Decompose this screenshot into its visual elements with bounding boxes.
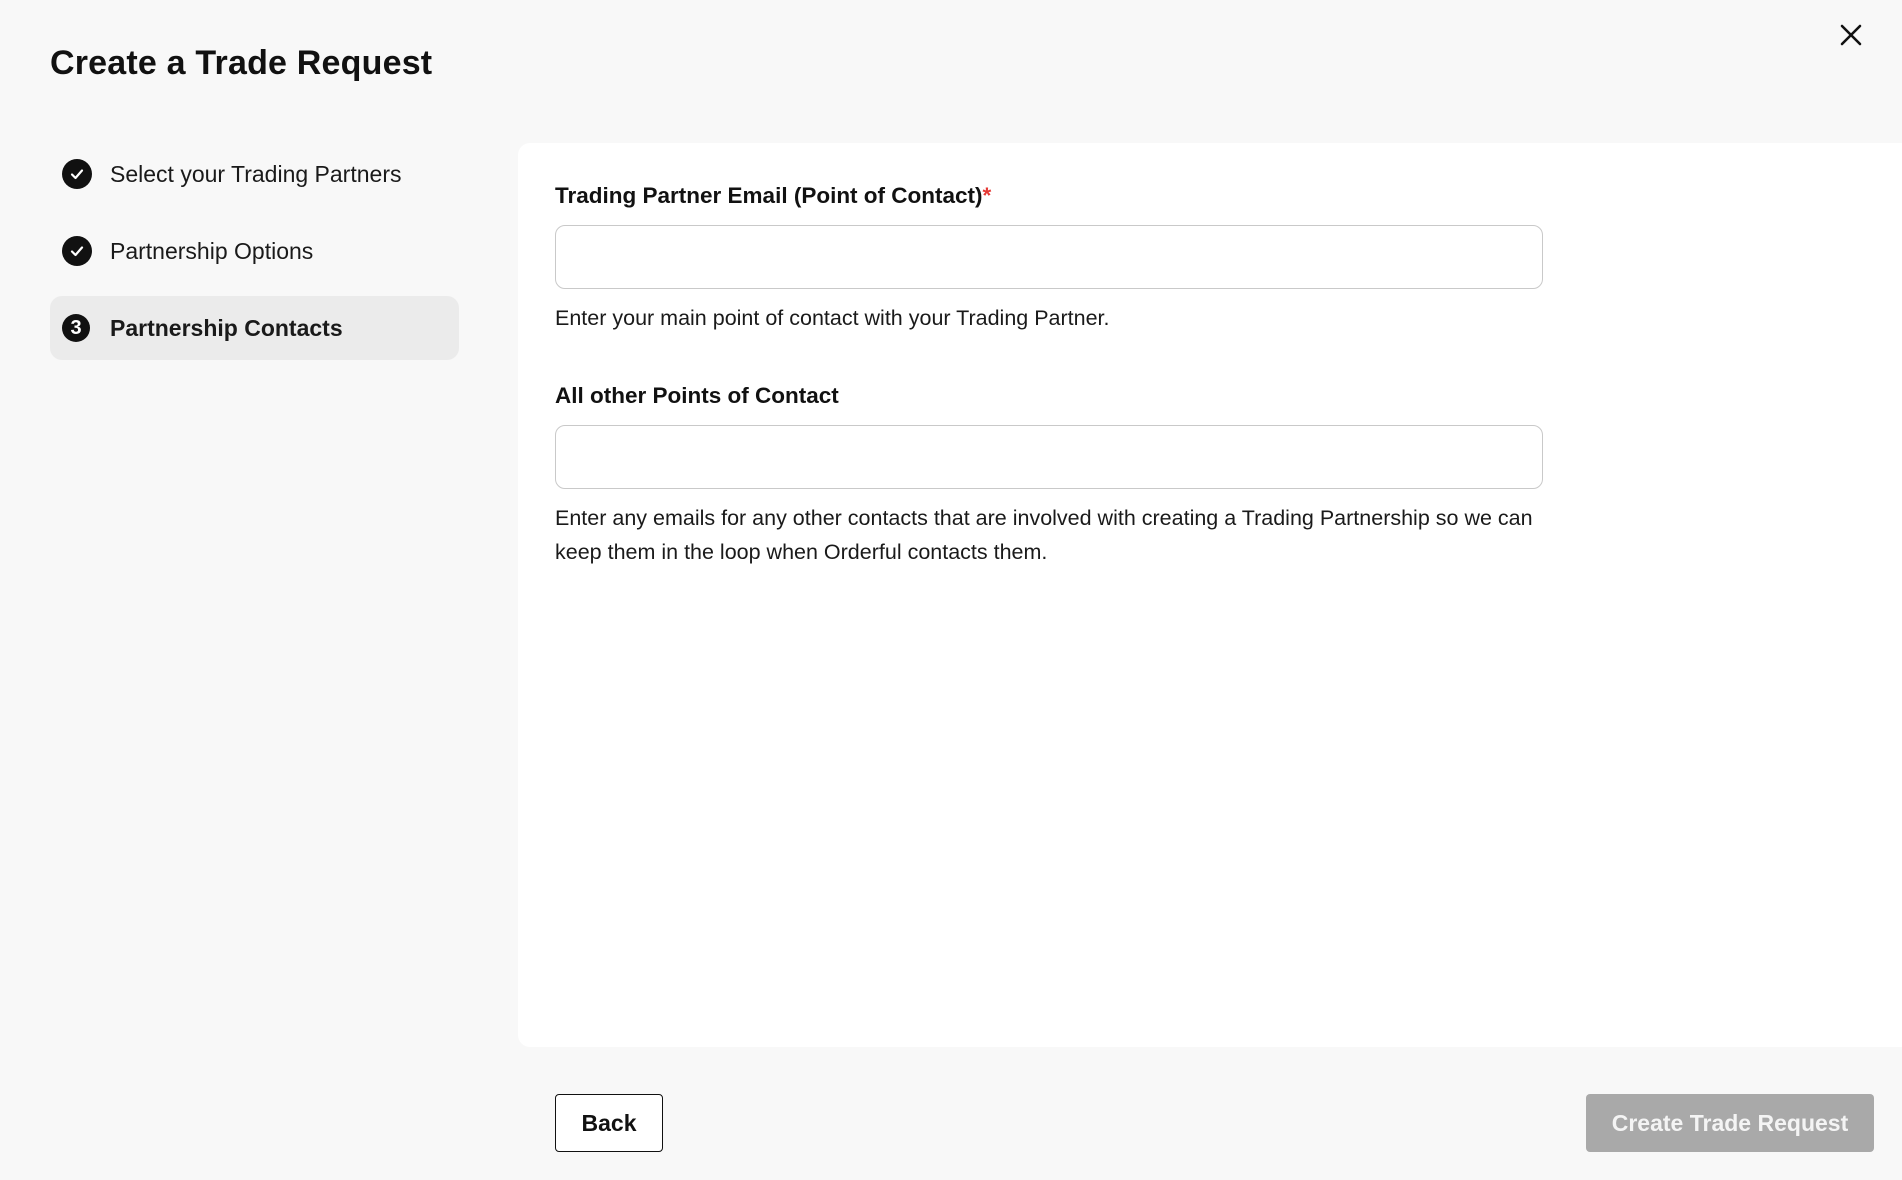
- close-icon: [1840, 24, 1862, 46]
- primary-email-input[interactable]: [555, 225, 1543, 289]
- step-number-icon: 3: [62, 314, 90, 342]
- dialog-title: Create a Trade Request: [50, 44, 433, 82]
- stepper: Select your Trading Partners Partnership…: [50, 142, 459, 373]
- close-button[interactable]: [1834, 18, 1868, 52]
- step-label: Partnership Contacts: [110, 314, 343, 341]
- check-circle-icon: [62, 159, 92, 189]
- other-contacts-label: All other Points of Contact: [555, 383, 839, 408]
- other-contacts-field: All other Points of Contact Enter any em…: [555, 383, 1543, 569]
- step-label: Select your Trading Partners: [110, 160, 402, 187]
- primary-email-field: Trading Partner Email (Point of Contact)…: [555, 183, 1543, 335]
- step-select-trading-partners[interactable]: Select your Trading Partners: [50, 142, 459, 206]
- create-trade-request-button[interactable]: Create Trade Request: [1586, 1094, 1874, 1152]
- step-label: Partnership Options: [110, 237, 314, 264]
- step-partnership-options[interactable]: Partnership Options: [50, 219, 459, 283]
- trade-request-dialog: Create a Trade Request Select your Tradi…: [0, 0, 1902, 1180]
- required-marker: *: [982, 183, 992, 208]
- primary-email-label: Trading Partner Email (Point of Contact)…: [555, 183, 1543, 209]
- back-button[interactable]: Back: [555, 1094, 663, 1152]
- step-partnership-contacts[interactable]: 3 Partnership Contacts: [50, 296, 459, 360]
- check-circle-icon: [62, 236, 92, 266]
- other-contacts-input[interactable]: [555, 425, 1543, 489]
- primary-email-label-text: Trading Partner Email (Point of Contact): [555, 183, 983, 208]
- primary-email-help: Enter your main point of contact with yo…: [555, 306, 1110, 330]
- form-panel: Trading Partner Email (Point of Contact)…: [518, 143, 1902, 1047]
- other-contacts-help: Enter any emails for any other contacts …: [555, 506, 1533, 564]
